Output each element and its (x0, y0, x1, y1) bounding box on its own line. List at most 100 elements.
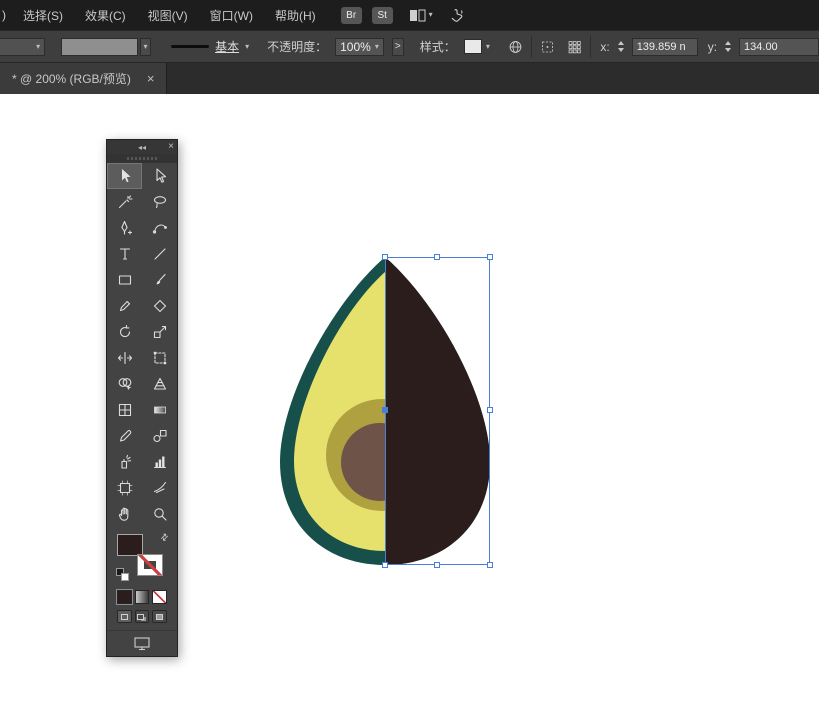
column-graph-tool[interactable] (142, 449, 177, 475)
canvas[interactable]: ◂◂ × ⇄ (0, 94, 819, 725)
more-options-button[interactable]: > (391, 37, 404, 56)
eraser-tool[interactable] (142, 293, 177, 319)
brush-chevron-button[interactable]: ▾ (139, 37, 152, 56)
draw-behind-button[interactable] (134, 610, 150, 623)
paintbrush-tool[interactable] (142, 267, 177, 293)
menu-item-view[interactable]: 视图(V) (137, 7, 199, 24)
hand-tool[interactable] (107, 501, 142, 527)
screen-mode-button[interactable] (107, 630, 177, 656)
type-icon (119, 248, 130, 260)
mesh-tool[interactable] (107, 397, 142, 423)
style-dropdown[interactable]: ▾ (463, 39, 490, 54)
variable-width-combo[interactable]: ▾ (0, 37, 46, 56)
draw-normal-button[interactable] (117, 610, 132, 623)
selection-handle-bottom-left[interactable] (382, 562, 388, 568)
stroke-style-dropdown[interactable]: 基本 ▾ (167, 37, 253, 57)
menu-item-select[interactable]: 选择(S) (12, 7, 74, 24)
close-tab-icon[interactable]: × (147, 71, 155, 86)
pen-icon (120, 220, 132, 235)
selection-tool[interactable] (107, 163, 142, 189)
line-segment-tool[interactable] (142, 241, 177, 267)
selection-handle-top-right[interactable] (487, 254, 493, 260)
step-up-icon[interactable] (725, 41, 732, 45)
y-field[interactable]: 134.00 (739, 37, 819, 56)
magic-wand-tool[interactable] (107, 189, 142, 215)
slice-tool[interactable] (142, 475, 177, 501)
rotate-tool[interactable] (107, 319, 142, 345)
workspace-switcher[interactable]: ▾ (409, 9, 433, 22)
globe-icon[interactable] (508, 38, 523, 56)
direct-selection-tool[interactable] (142, 163, 177, 189)
blend-tool[interactable] (142, 423, 177, 449)
close-panel-icon[interactable]: × (168, 141, 174, 152)
panel-grip[interactable] (107, 154, 177, 163)
x-stepper[interactable] (617, 41, 624, 52)
bridge-button[interactable]: Br (340, 6, 362, 24)
width-tool[interactable] (107, 345, 142, 371)
selection-bounding-box[interactable] (382, 254, 493, 568)
curvature-tool[interactable] (142, 215, 177, 241)
gradient-button[interactable] (134, 590, 150, 604)
step-down-icon[interactable] (617, 48, 624, 52)
x-value: 139.859 n (636, 40, 686, 53)
opacity-label: 不透明度： (267, 40, 328, 54)
selection-handle-mid-left[interactable] (382, 407, 388, 413)
pencil-tool[interactable] (107, 293, 142, 319)
menu-item-clipped[interactable]: ) (0, 8, 12, 22)
shape-builder-tool[interactable] (107, 371, 142, 397)
document-tab[interactable]: * @ 200% (RGB/预览) × (0, 63, 168, 94)
artboard-tool[interactable] (107, 475, 142, 501)
selection-handle-bottom-mid[interactable] (433, 562, 440, 568)
fill-color-swatch[interactable] (117, 534, 143, 556)
lasso-tool[interactable] (142, 189, 177, 215)
monitor-icon (134, 637, 150, 651)
default-colors-white-icon[interactable] (121, 573, 129, 581)
opacity-value: 100% (340, 39, 371, 54)
swap-colors-icon[interactable]: ⇄ (159, 531, 172, 544)
x-field[interactable]: 139.859 n (631, 37, 698, 56)
type-tool[interactable] (107, 241, 142, 267)
grid-icon[interactable] (567, 38, 582, 56)
color-button[interactable] (116, 589, 133, 605)
line-segment-icon (153, 248, 166, 260)
scale-tool[interactable] (142, 319, 177, 345)
tools-panel-header[interactable]: ◂◂ × (107, 140, 177, 154)
collapse-panel-icon[interactable]: ◂◂ (138, 143, 146, 152)
selection-handle-top-left[interactable] (382, 254, 388, 260)
chevron-down-icon: ▾ (245, 41, 250, 51)
draw-inside-button[interactable] (152, 610, 168, 623)
symbol-sprayer-tool[interactable] (107, 449, 142, 475)
menu-item-effect[interactable]: 效果(C) (74, 7, 137, 24)
stroke-color-swatch[interactable] (137, 554, 163, 576)
chevron-down-icon: ▾ (36, 41, 41, 51)
gradient-tool[interactable] (142, 397, 177, 423)
eyedropper-icon (119, 429, 131, 442)
menu-item-window[interactable]: 窗口(W) (199, 7, 264, 24)
step-down-icon[interactable] (725, 48, 732, 52)
brush-definition-preview[interactable] (61, 37, 138, 56)
chevron-down-icon: ▾ (428, 10, 433, 19)
selection-handle-bottom-right[interactable] (487, 562, 493, 568)
pen-tool[interactable] (107, 215, 142, 241)
perspective-grid-tool[interactable] (142, 371, 177, 397)
document-tab-title: * @ 200% (RGB/预览) (12, 72, 131, 86)
zoom-tool[interactable] (142, 501, 177, 527)
opacity-field[interactable]: 100% ▾ (335, 37, 384, 56)
free-transform-tool[interactable] (142, 345, 177, 371)
paintbrush-icon (156, 273, 166, 285)
stroke-preview-line (171, 45, 210, 48)
curvature-icon (152, 224, 167, 234)
selection-handle-mid-right[interactable] (487, 407, 493, 413)
step-up-icon[interactable] (617, 41, 624, 45)
y-stepper[interactable] (725, 41, 732, 52)
touch-workspace-icon[interactable] (449, 7, 465, 23)
rectangle-tool[interactable] (107, 267, 142, 293)
eyedropper-tool[interactable] (107, 423, 142, 449)
menu-item-help[interactable]: 帮助(H) (264, 7, 327, 24)
bounding-box-icon[interactable] (540, 38, 555, 56)
stroke-preset-label[interactable]: 基本 (215, 38, 239, 55)
none-button[interactable] (152, 590, 168, 604)
selection-handle-top-mid[interactable] (433, 254, 440, 260)
stock-button[interactable]: St (371, 6, 393, 24)
chevron-down-icon: ▾ (485, 41, 490, 51)
